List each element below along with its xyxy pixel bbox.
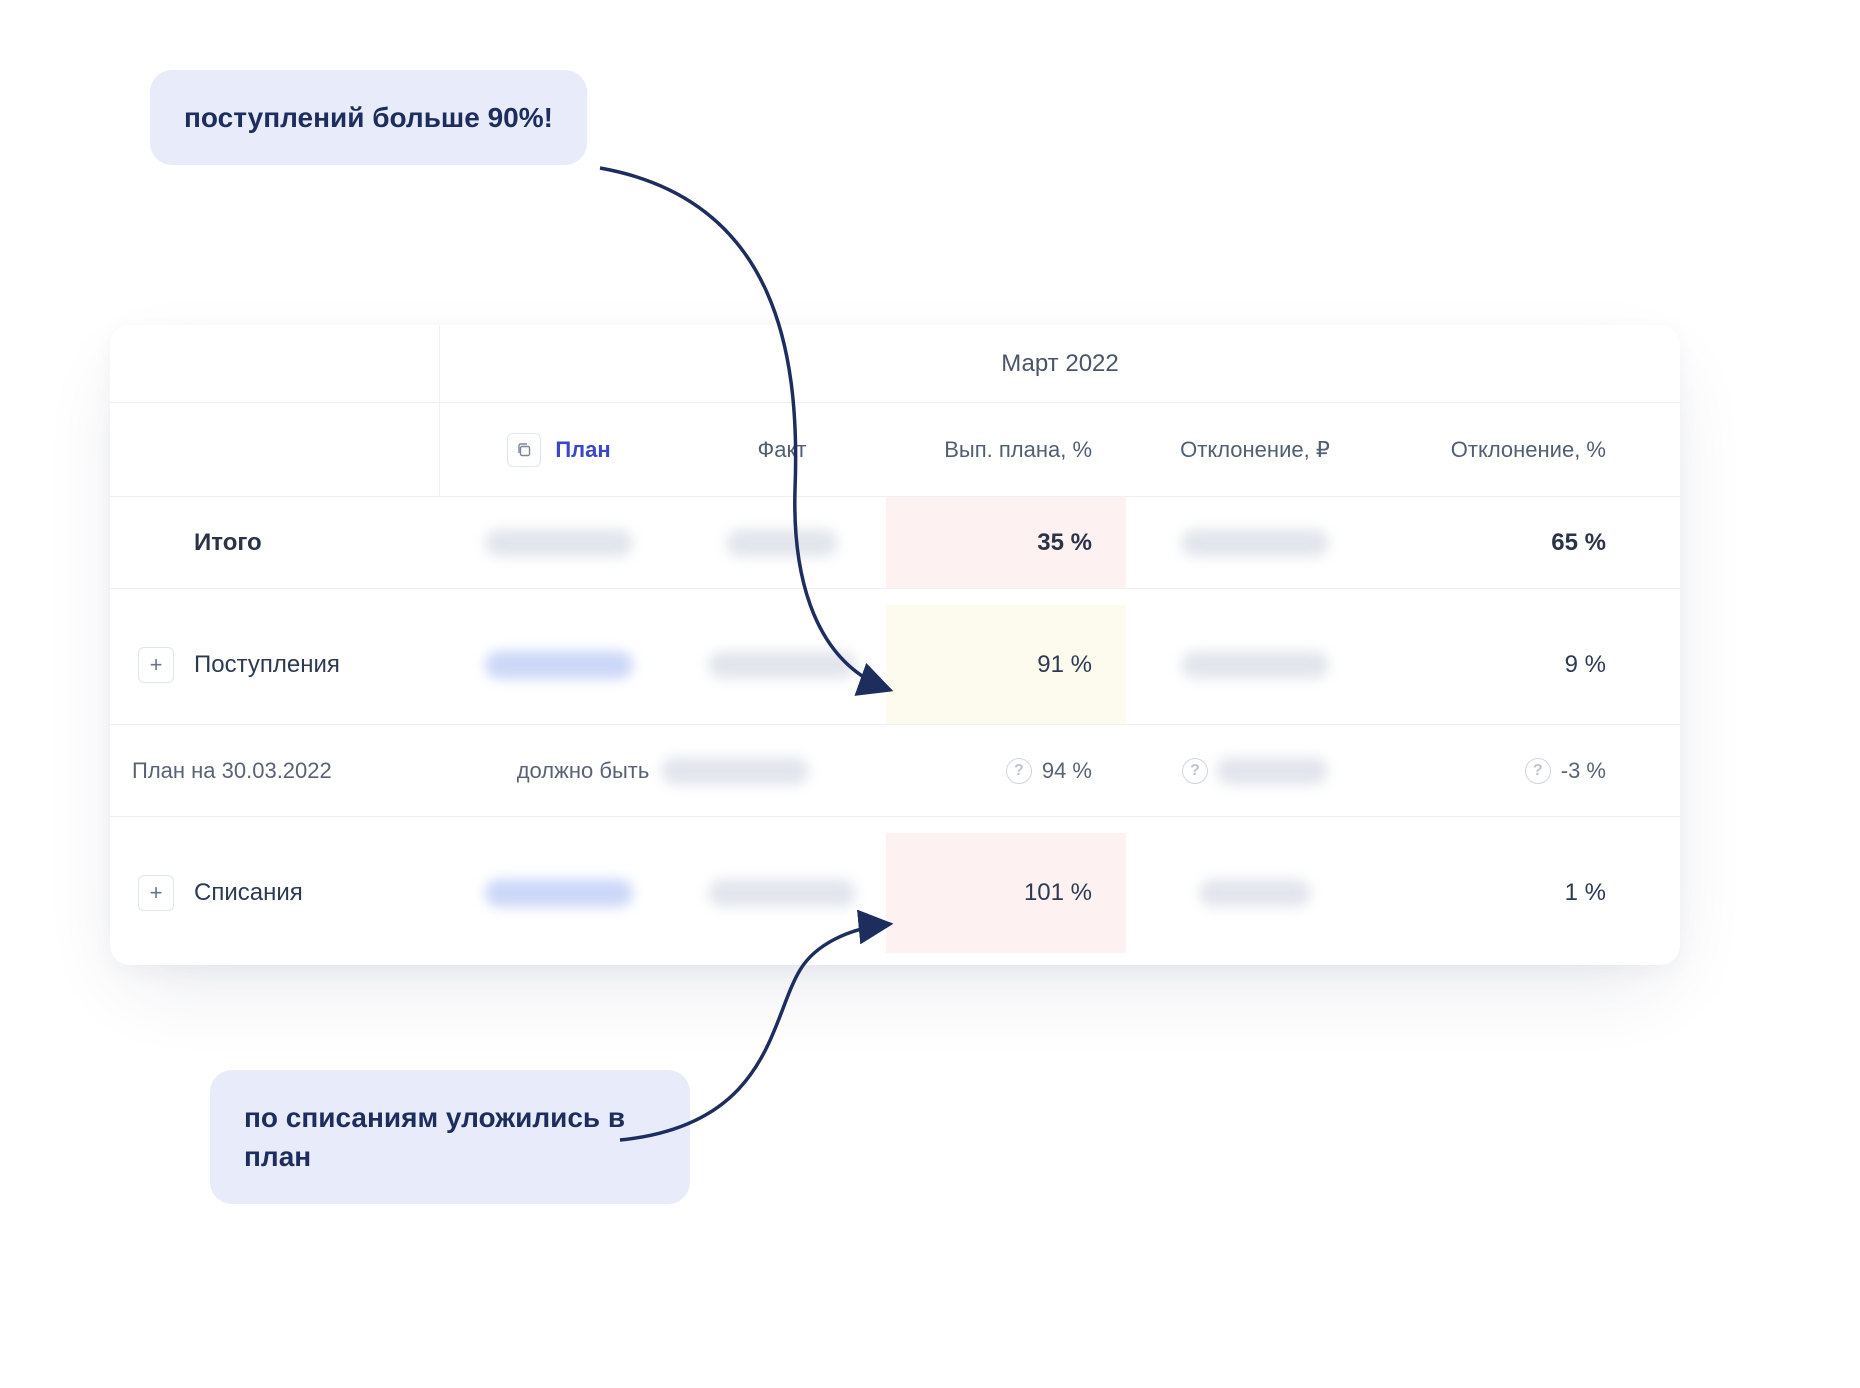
plan-on-dev-rub: ? bbox=[1126, 725, 1384, 816]
row-receipts: + Поступления 91 % 9 % bbox=[110, 605, 1680, 725]
header-spacer bbox=[110, 325, 440, 402]
total-fact bbox=[678, 497, 886, 588]
receipts-dev-rub bbox=[1126, 605, 1384, 724]
receipts-dev-pct: 9 % bbox=[1384, 605, 1646, 724]
expand-receipts-button[interactable]: + bbox=[138, 647, 174, 683]
total-plan bbox=[440, 497, 678, 588]
plan-on-dev-pct-value: -3 % bbox=[1561, 758, 1606, 784]
writeoffs-plan-pct: 101 % bbox=[886, 833, 1126, 953]
receipts-plan bbox=[440, 605, 678, 724]
spacer bbox=[110, 817, 1680, 833]
budget-table-card: Март 2022 План Факт Вып. плана, % Отклон… bbox=[110, 325, 1680, 965]
plan-on-dev-pct: ? -3 % bbox=[1384, 725, 1646, 816]
should-be-label: должно быть bbox=[517, 758, 650, 784]
plan-on-label: План на 30.03.2022 bbox=[132, 758, 332, 784]
row-plan-on-date: План на 30.03.2022 должно быть ? 94 % ? … bbox=[110, 725, 1680, 817]
total-label-cell: Итого bbox=[110, 497, 440, 588]
header-plan-pct: Вып. плана, % bbox=[886, 403, 1126, 496]
redacted-value bbox=[1181, 651, 1329, 679]
callout-receipts: поступлений больше 90%! bbox=[150, 70, 587, 165]
plan-link[interactable]: План bbox=[555, 437, 610, 463]
redacted-value bbox=[485, 879, 633, 907]
writeoffs-fact bbox=[678, 833, 886, 953]
redacted-value bbox=[1199, 879, 1311, 907]
writeoffs-label: Списания bbox=[194, 879, 303, 907]
receipts-label: Поступления bbox=[194, 651, 340, 679]
header-name-col bbox=[110, 403, 440, 496]
redacted-value bbox=[485, 651, 633, 679]
receipts-name-cell: + Поступления bbox=[110, 605, 440, 724]
header-plan: План bbox=[440, 403, 678, 496]
callout-writeoffs: по списаниям уложились в план bbox=[210, 1070, 690, 1204]
header-dev-pct: Отклонение, % bbox=[1384, 403, 1646, 496]
writeoffs-dev-rub bbox=[1126, 833, 1384, 953]
plan-on-plan-pct-value: 94 % bbox=[1042, 758, 1092, 784]
redacted-value bbox=[726, 529, 838, 557]
header-fact: Факт bbox=[678, 403, 886, 496]
plan-on-shouldbe: должно быть bbox=[440, 725, 886, 816]
redacted-value bbox=[708, 651, 856, 679]
table-header-period: Март 2022 bbox=[110, 325, 1680, 403]
receipts-plan-pct: 91 % bbox=[886, 605, 1126, 724]
total-plan-pct: 35 % bbox=[886, 497, 1126, 588]
redacted-value bbox=[1181, 529, 1329, 557]
redacted-value bbox=[485, 529, 633, 557]
copy-icon[interactable] bbox=[507, 433, 541, 467]
period-label: Март 2022 bbox=[440, 350, 1680, 378]
plan-on-label-cell: План на 30.03.2022 bbox=[110, 725, 440, 816]
row-total: Итого 35 % 65 % bbox=[110, 497, 1680, 589]
redacted-value bbox=[661, 757, 809, 785]
receipts-fact bbox=[678, 605, 886, 724]
redacted-value bbox=[1216, 757, 1328, 785]
writeoffs-plan bbox=[440, 833, 678, 953]
help-icon[interactable]: ? bbox=[1006, 758, 1032, 784]
expand-writeoffs-button[interactable]: + bbox=[138, 875, 174, 911]
redacted-value bbox=[708, 879, 856, 907]
plan-on-plan-pct: ? 94 % bbox=[886, 725, 1126, 816]
help-icon[interactable]: ? bbox=[1182, 758, 1208, 784]
total-label: Итого bbox=[194, 529, 262, 557]
table-header-columns: План Факт Вып. плана, % Отклонение, ₽ От… bbox=[110, 403, 1680, 497]
spacer bbox=[110, 589, 1680, 605]
total-dev-rub bbox=[1126, 497, 1384, 588]
row-writeoffs: + Списания 101 % 1 % bbox=[110, 833, 1680, 953]
writeoffs-name-cell: + Списания bbox=[110, 833, 440, 953]
writeoffs-dev-pct: 1 % bbox=[1384, 833, 1646, 953]
header-dev-rub: Отклонение, ₽ bbox=[1126, 403, 1384, 496]
help-icon[interactable]: ? bbox=[1525, 758, 1551, 784]
total-dev-pct: 65 % bbox=[1384, 497, 1646, 588]
